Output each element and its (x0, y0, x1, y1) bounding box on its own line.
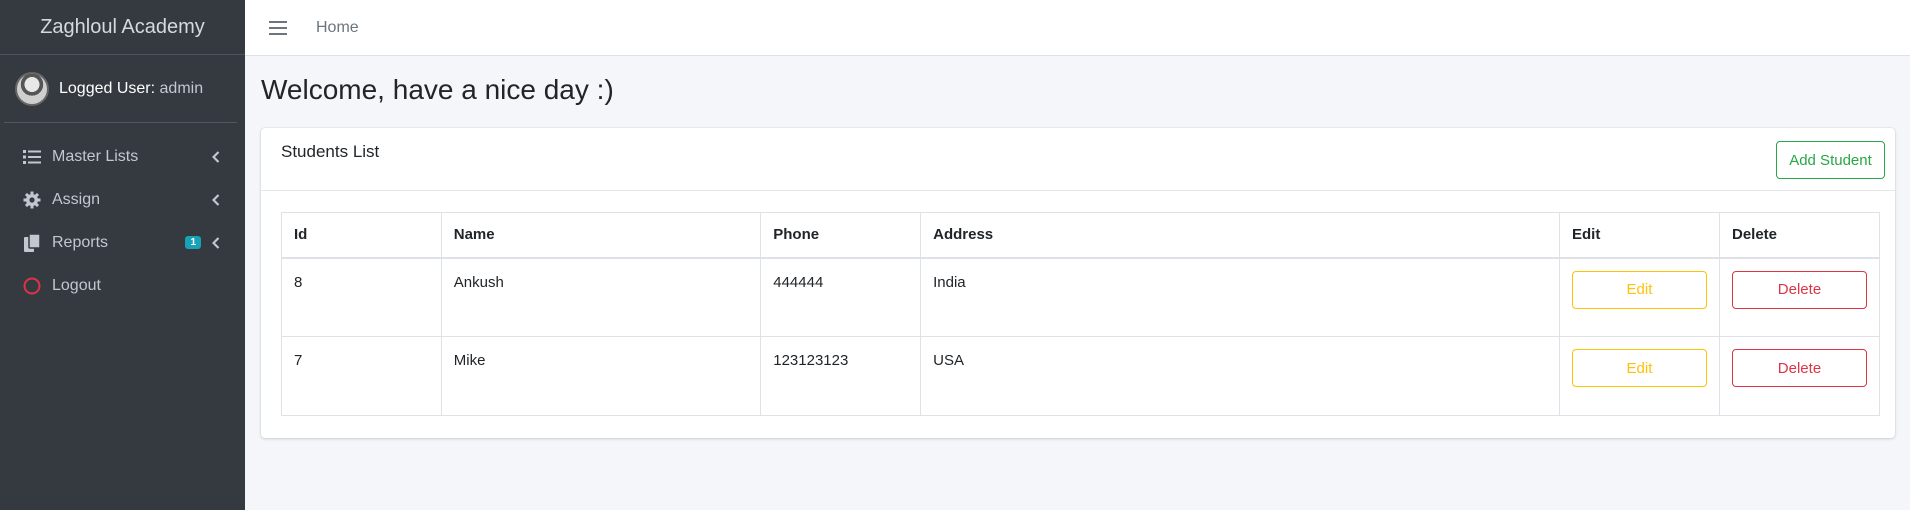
cell-phone: 123123123 (760, 336, 922, 416)
cell-delete: Delete (1718, 257, 1881, 337)
table-row: 8 Ankush 444444 India Edit Delete (281, 257, 1881, 337)
delete-button[interactable]: Delete (1731, 349, 1867, 387)
card-title: Students List (281, 142, 380, 161)
cell-address: India (920, 257, 1560, 337)
sidebar-item-reports[interactable]: Reports 1 (0, 221, 245, 264)
chevron-left-icon (211, 150, 221, 164)
sidebar-item-label: Assign (52, 190, 101, 208)
brand-link[interactable]: Zaghloul Academy (0, 0, 245, 55)
column-header-id: Id (281, 212, 442, 259)
copy-icon (22, 233, 42, 253)
avatar (15, 71, 49, 106)
table-header-row: Id Name Phone Address Edit Delete (281, 212, 1881, 259)
sidebar-item-label: Master Lists (52, 147, 139, 165)
hamburger-menu-icon[interactable] (267, 19, 289, 37)
logged-user-name: admin (159, 79, 204, 97)
home-link[interactable]: Home (316, 19, 359, 37)
table-row: 7 Mike 123123123 USA Edit Delete (281, 336, 1881, 416)
column-header-phone: Phone (760, 212, 922, 259)
delete-button[interactable]: Delete (1731, 270, 1867, 309)
students-table: Id Name Phone Address Edit Delete 8 Anku… (281, 212, 1881, 416)
reports-badge: 1 (185, 236, 201, 249)
cell-address: USA (920, 336, 1560, 416)
cell-edit: Edit (1558, 336, 1720, 416)
user-panel: Logged User: admin (4, 55, 237, 123)
edit-button[interactable]: Edit (1571, 349, 1707, 387)
students-card: Students List Add Student Id Name Phone … (261, 128, 1895, 438)
column-header-name: Name (440, 212, 762, 259)
logged-user-label: Logged User: (59, 79, 156, 97)
chevron-left-icon (211, 236, 221, 250)
gear-icon (22, 190, 42, 210)
edit-button[interactable]: Edit (1571, 270, 1707, 309)
sidebar: Zaghloul Academy Logged User: admin Mast… (0, 0, 245, 510)
cell-delete: Delete (1718, 336, 1881, 416)
sidebar-item-logout[interactable]: Logout (0, 264, 245, 307)
cell-phone: 444444 (760, 257, 922, 337)
column-header-address: Address (920, 212, 1560, 259)
top-navbar: Home (245, 0, 1910, 56)
circle-icon (22, 276, 42, 296)
column-header-edit: Edit (1558, 212, 1720, 259)
cell-id: 8 (281, 257, 442, 337)
chevron-left-icon (211, 193, 221, 207)
content-wrapper: Welcome, have a nice day :) Students Lis… (245, 56, 1910, 438)
card-header: Students List Add Student (261, 128, 1895, 191)
page-title: Welcome, have a nice day :) (261, 74, 614, 105)
add-student-button[interactable]: Add Student (1776, 141, 1885, 179)
sidebar-item-assign[interactable]: Assign (0, 178, 245, 221)
list-icon (22, 147, 42, 167)
sidebar-item-label: Reports (52, 233, 109, 251)
cell-name: Ankush (440, 257, 762, 337)
students-table-wrap: Id Name Phone Address Edit Delete 8 Anku… (281, 212, 1881, 416)
cell-name: Mike (440, 336, 762, 416)
logged-user: Logged User: admin (59, 80, 203, 98)
sidebar-nav: Master Lists Assign Reports 1 Logout (0, 123, 245, 307)
column-header-delete: Delete (1718, 212, 1881, 259)
sidebar-item-master-lists[interactable]: Master Lists (0, 135, 245, 178)
cell-edit: Edit (1558, 257, 1720, 337)
sidebar-item-label: Logout (52, 276, 101, 294)
cell-id: 7 (281, 336, 442, 416)
